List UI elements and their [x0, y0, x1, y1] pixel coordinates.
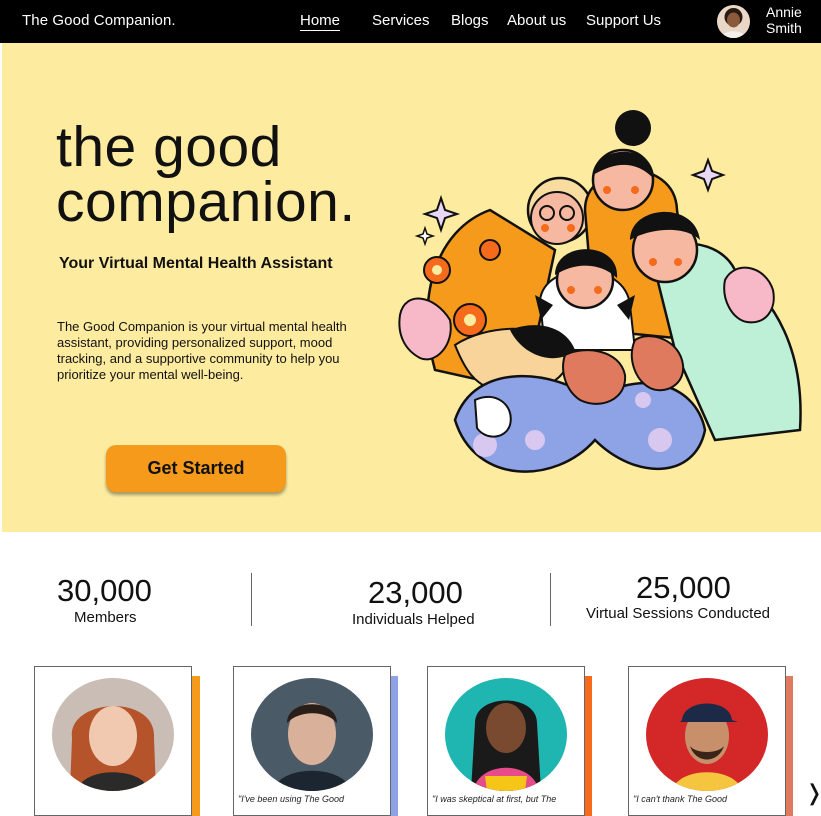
stat-sessions-label: Virtual Sessions Conducted	[586, 605, 770, 622]
testimonial-card[interactable]: "I can't thank The Good	[628, 666, 786, 816]
testimonial-quote: "I can't thank The Good	[633, 794, 727, 804]
nav-link-about-us[interactable]: About us	[507, 12, 566, 29]
stat-helped-value: 23,000	[368, 575, 463, 610]
get-started-button[interactable]: Get Started	[106, 445, 286, 492]
hero-title: the good companion.	[56, 115, 356, 234]
user-first-name: Annie	[766, 4, 802, 20]
chevron-right-icon[interactable]: ❭	[805, 780, 821, 806]
testimonial-card[interactable]	[34, 666, 192, 816]
testimonial-quote: "I was skeptical at first, but The	[432, 794, 557, 804]
top-navbar: The Good Companion. Home Services Blogs …	[0, 0, 821, 43]
hero-subtitle: Your Virtual Mental Health Assistant	[59, 255, 333, 272]
testimonial-avatar	[646, 678, 768, 791]
user-last-name: Smith	[766, 20, 802, 36]
nav-link-home[interactable]: Home	[300, 12, 340, 29]
hero-title-line1: the good	[56, 115, 282, 179]
stats-divider	[251, 573, 252, 626]
stats-divider	[550, 573, 551, 626]
testimonial-avatar	[251, 678, 373, 791]
user-avatar[interactable]	[717, 5, 750, 38]
hero-description: The Good Companion is your virtual menta…	[57, 319, 347, 382]
testimonial-card[interactable]: "I was skeptical at first, but The	[427, 666, 585, 816]
brand-logo-text[interactable]: The Good Companion.	[22, 12, 176, 29]
testimonial-avatar	[52, 678, 174, 791]
stat-members-value: 30,000	[57, 573, 152, 608]
testimonial-avatar	[445, 678, 567, 791]
card-accent-bar	[191, 676, 200, 816]
user-name[interactable]: Annie Smith	[766, 4, 802, 36]
hero-title-line2: companion.	[56, 170, 356, 234]
testimonial-card[interactable]: "I've been using The Good	[233, 666, 391, 816]
testimonial-quote: "I've been using The Good	[238, 794, 344, 804]
stat-sessions-value: 25,000	[636, 570, 731, 605]
family-hug-illustration	[398, 110, 802, 473]
stat-members-label: Members	[74, 609, 137, 626]
nav-link-support-us[interactable]: Support Us	[586, 12, 661, 29]
stat-helped-label: Individuals Helped	[352, 611, 475, 628]
nav-link-services[interactable]: Services	[372, 12, 430, 29]
nav-link-blogs[interactable]: Blogs	[451, 12, 489, 29]
